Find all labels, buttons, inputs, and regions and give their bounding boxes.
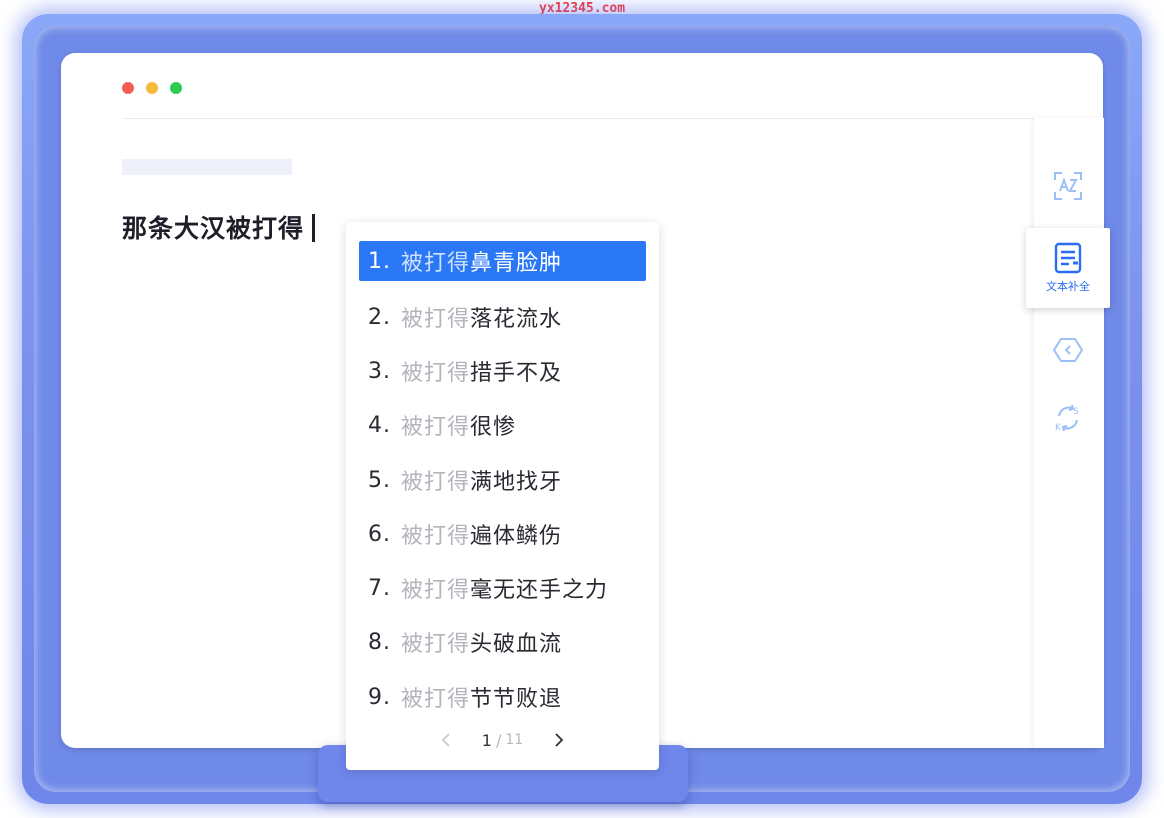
suggestion-item[interactable]: 9. 被打得 节节败退	[359, 677, 646, 717]
screenshot-stage: yx12345.com 那条大汉被打得 文本补全 S K 1. 被打得 鼻青脸肿…	[0, 0, 1164, 818]
suggestion-item[interactable]: 7. 被打得 毫无还手之力	[359, 568, 646, 608]
suggestion-completion: 节节败退	[470, 687, 563, 712]
sync-sk-icon: S K	[1055, 404, 1079, 433]
editor-text: 那条大汉被打得	[122, 214, 305, 243]
suggestion-prefix: 被打得	[401, 578, 471, 603]
suggestion-prefix: 被打得	[401, 361, 471, 386]
ocr-tool-button[interactable]	[1026, 146, 1110, 226]
header-divider	[122, 118, 1035, 119]
suggestion-prefix: 被打得	[401, 632, 471, 657]
sync-tool-button[interactable]: S K	[1026, 378, 1110, 458]
page-separator: /	[495, 730, 502, 750]
suggestion-prefix: 被打得	[401, 524, 471, 549]
suggestion-item[interactable]: 4. 被打得 很惨	[359, 405, 646, 445]
editor-content[interactable]: 那条大汉被打得	[122, 209, 316, 245]
suggestion-item[interactable]: 2. 被打得 落花流水	[359, 297, 646, 337]
suggestion-number: 8.	[368, 629, 391, 655]
suggestion-completion: 头破血流	[470, 632, 563, 657]
suggestion-prefix: 被打得	[401, 307, 471, 332]
suggestion-completion: 遍体鳞伤	[470, 524, 563, 549]
suggestion-number: 7.	[368, 575, 391, 601]
suggestion-completion: 满地找牙	[470, 470, 563, 495]
tag-icon	[1052, 338, 1084, 362]
ocr-scan-icon	[1054, 172, 1082, 200]
svg-text:S: S	[1073, 407, 1079, 417]
chevron-right-icon[interactable]	[549, 731, 567, 749]
pagination: 1 / 11	[346, 728, 659, 752]
text-complete-button[interactable]: 文本补全	[1026, 228, 1110, 308]
suggestion-number: 3.	[368, 358, 391, 384]
text-caret	[312, 214, 316, 242]
text-complete-icon	[1054, 242, 1082, 274]
suggestion-prefix: 被打得	[401, 687, 471, 712]
suggestion-number: 2.	[368, 304, 391, 330]
window-minimize-dot[interactable]	[146, 82, 158, 94]
page-total: 11	[505, 732, 524, 748]
title-placeholder-bar	[122, 159, 292, 175]
suggestion-completion: 毫无还手之力	[470, 578, 609, 603]
suggestion-item[interactable]: 3. 被打得 措手不及	[359, 351, 646, 391]
suggestion-number: 4.	[368, 412, 391, 438]
suggestion-number: 5.	[368, 467, 391, 493]
chevron-left-icon[interactable]	[438, 731, 456, 749]
suggestion-prefix: 被打得	[401, 470, 471, 495]
suggestion-prefix: 被打得	[401, 251, 471, 276]
suggestion-completion: 措手不及	[470, 361, 563, 386]
suggestion-completion: 落花流水	[470, 307, 563, 332]
suggestion-number: 6.	[368, 521, 391, 547]
suggestion-dropdown: 1. 被打得 鼻青脸肿 2. 被打得 落花流水 3. 被打得 措手不及 4. 被打得 很惨 5. 被打得满…	[346, 222, 659, 770]
text-complete-label: 文本补全	[1046, 280, 1090, 293]
suggestion-prefix: 被打得	[401, 415, 471, 440]
suggestion-item[interactable]: 8. 被打得 头破血流	[359, 622, 646, 662]
suggestion-item[interactable]: 6. 被打得 遍体鳞伤	[359, 514, 646, 554]
suggestion-number: 9.	[368, 684, 391, 710]
window-maximize-dot[interactable]	[170, 82, 182, 94]
suggestion-number: 1.	[368, 248, 391, 274]
svg-text:K: K	[1055, 423, 1062, 433]
page-current: 1	[481, 730, 492, 750]
suggestion-item[interactable]: 5. 被打得 满地找牙	[359, 460, 646, 500]
suggestion-item[interactable]: 1. 被打得 鼻青脸肿	[359, 241, 646, 281]
suggestion-completion: 鼻青脸肿	[470, 251, 563, 276]
window-close-dot[interactable]	[122, 82, 134, 94]
suggestion-completion: 很惨	[470, 415, 517, 440]
